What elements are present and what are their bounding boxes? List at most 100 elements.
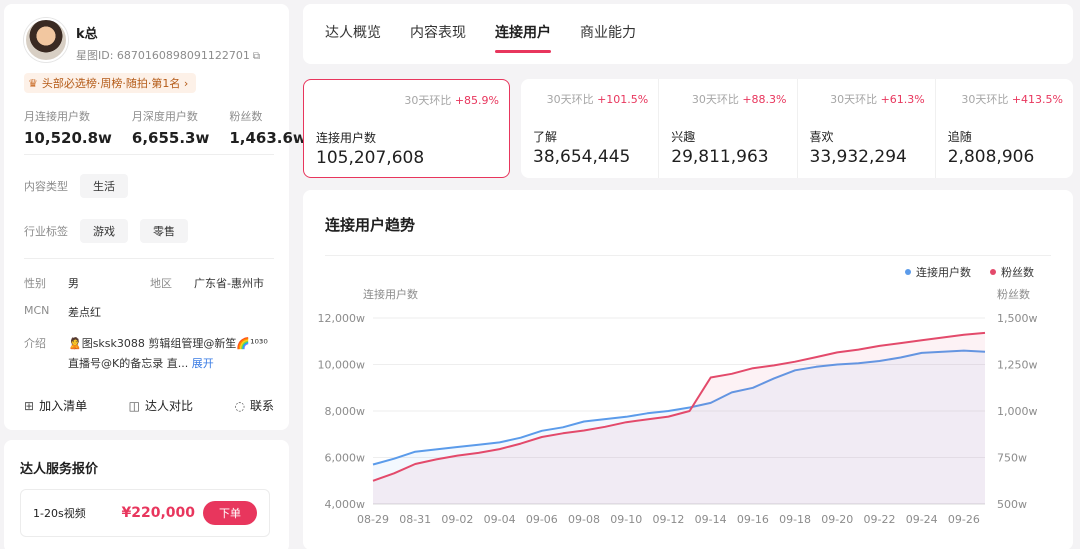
metric-card-like[interactable]: 30天环比 +61.3% 喜欢 33,932,294 [796, 79, 935, 178]
avatar[interactable] [24, 18, 68, 62]
divider [24, 154, 274, 155]
mom-value: +101.5% [597, 93, 649, 106]
mcn-label: MCN [24, 304, 50, 317]
compare-icon: ◫ [128, 398, 140, 413]
tab-connected-users[interactable]: 连接用户 [495, 22, 551, 53]
contact-button[interactable]: ◌ 联系 [235, 397, 275, 414]
y-tick-left: 8,000w [325, 405, 366, 418]
service-item: 1-20s视频 ¥220,000 下单 [20, 489, 270, 537]
copy-icon[interactable]: ⧉ [253, 51, 260, 62]
rank-badge[interactable]: ♛ 头部必选榜·周榜·随拍·第1名 › [24, 73, 197, 93]
x-tick-label: 08-31 [399, 513, 431, 526]
tab-business[interactable]: 商业能力 [580, 22, 636, 42]
trend-chart[interactable]: 4,000w 6,000w 8,000w 10,000w 12,000w 500w 750w… [303, 190, 1073, 549]
metric-mom: 30天环比 +85.9% [404, 92, 499, 108]
metric-card-understand[interactable]: 30天环比 +101.5% 了解 38,654,445 [521, 79, 658, 178]
stat-label: 月深度用户数 [131, 110, 198, 123]
metric-value: 105,207,608 [316, 148, 425, 168]
industry-row: 行业标签 游戏 零售 [24, 219, 188, 243]
stat-label: 粉丝数 [229, 110, 263, 123]
intro-expand-link[interactable]: 展开 [192, 357, 214, 370]
mom-label: 30天环比 [830, 93, 878, 106]
gender-label: 性别 [24, 277, 46, 290]
compare-label: 达人对比 [144, 399, 193, 413]
y-tick-left: 4,000w [325, 498, 366, 511]
metric-card-follow[interactable]: 30天环比 +413.5% 追随 2,808,906 [934, 79, 1073, 178]
intro-text: 🙎图sksk3088 剪辑组管理@新笙🌈¹⁰³⁰ 直播号@K的备忘录 直... … [68, 334, 278, 374]
content-type-label: 内容类型 [24, 180, 68, 193]
mcn-link[interactable]: 差点红 [68, 304, 101, 320]
profile-card: k总 星图ID: 6870160898091122701 ⧉ ♛ 头部必选榜·周榜… [4, 4, 307, 430]
list-add-icon: ⊞ [24, 398, 35, 413]
stat-monthly-connected: 月连接用户数 10,520.8w [24, 108, 112, 147]
metric-label: 兴趣 [671, 130, 696, 144]
crown-icon: ♛ [28, 76, 38, 90]
metric-value: 29,811,963 [671, 147, 769, 167]
industry-tag[interactable]: 零售 [140, 219, 188, 243]
metric: 30天环比 +85.9% 连接用户数 105,207,608 [304, 80, 509, 177]
region-label: 地区 [150, 277, 172, 290]
metric-mom: 30天环比 +101.5% [547, 91, 649, 107]
legend-label: 连接用户数 [916, 265, 971, 279]
series-area [373, 332, 985, 504]
compare-button[interactable]: ◫ 达人对比 [129, 397, 193, 414]
service-item-name: 1-20s视频 [33, 507, 86, 520]
region-value: 广东省-惠州市 [194, 277, 264, 290]
content-type-row: 内容类型 生活 [24, 174, 128, 198]
metric-mom: 30天环比 +413.5% [961, 91, 1063, 107]
y-tick-right: 1,000w [997, 405, 1038, 418]
trend-chart-card: 连接用户趋势 4,000w 6,000w 8,000w 10,000w 12,000w 5… [303, 190, 1073, 549]
x-tick-label: 09-22 [863, 513, 895, 526]
x-tick-label: 09-12 [652, 513, 684, 526]
metric-value: 2,808,906 [947, 147, 1035, 167]
tab-overview[interactable]: 达人概览 [325, 22, 381, 42]
mom-label: 30天环比 [691, 93, 739, 106]
y-axis-label-right: 粉丝数 [997, 288, 1030, 301]
y-tick-left: 12,000w [318, 312, 366, 325]
legend-dot [905, 269, 911, 275]
metric-card-interest[interactable]: 30天环比 +88.3% 兴趣 29,811,963 [658, 79, 796, 178]
service-price: ¥220,000 [121, 505, 195, 521]
y-tick-right: 1,500w [997, 312, 1038, 325]
y-tick-right: 1,250w [997, 359, 1038, 372]
profile-actions: ⊞ 加入清单 ◫ 达人对比 ◌ 联系 [24, 397, 274, 414]
legend-label: 粉丝数 [1001, 266, 1034, 279]
tab-content[interactable]: 内容表现 [410, 22, 466, 42]
intro-label: 介绍 [24, 337, 46, 350]
y-tick-right: 750w [997, 452, 1027, 465]
stat-value: 1,463.6w [229, 129, 307, 147]
x-tick-label: 09-26 [948, 513, 980, 526]
content-type-tag[interactable]: 生活 [80, 174, 128, 198]
x-tick-label: 09-08 [568, 513, 600, 526]
add-to-list-button[interactable]: ⊞ 加入清单 [24, 397, 87, 414]
profile-stats: 月连接用户数 10,520.8w 月深度用户数 6,655.3w 粉丝数 1,4… [24, 108, 307, 147]
profile-id-text: 星图ID: 6870160898091122701 [76, 49, 250, 62]
industry-label: 行业标签 [24, 225, 68, 238]
tabs-card: 达人概览 内容表现 连接用户 商业能力 [303, 4, 1073, 64]
service-title: 达人服务报价 [20, 462, 99, 477]
profile-id: 星图ID: 6870160898091122701 ⧉ [76, 47, 260, 63]
mom-value: +85.9% [454, 94, 499, 107]
stat-followers: 粉丝数 1,463.6w [229, 108, 306, 147]
profile-name: k总 [76, 27, 98, 42]
stat-monthly-deep: 月深度用户数 6,655.3w [132, 108, 209, 147]
metric-label: 了解 [533, 130, 558, 144]
y-axis-label-left: 连接用户数 [363, 287, 418, 301]
mom-value: +61.3% [880, 93, 925, 106]
divider [24, 258, 274, 259]
rank-badge-label: 头部必选榜·周榜·随拍·第1名 › [41, 77, 189, 90]
contact-label: 联系 [249, 399, 274, 413]
y-tick-left: 10,000w [318, 359, 366, 372]
x-tick-label: 09-10 [610, 513, 642, 526]
gender-value: 男 [68, 277, 79, 290]
metric-card-connected[interactable]: 30天环比 +85.9% 连接用户数 105,207,608 [303, 79, 510, 178]
x-tick-label: 09-14 [695, 513, 727, 526]
stat-value: 6,655.3w [131, 129, 210, 147]
order-button[interactable]: 下单 [203, 501, 257, 525]
industry-tag[interactable]: 游戏 [80, 219, 128, 243]
metric-group: 30天环比 +101.5% 了解 38,654,445 30天环比 +88.3%… [521, 79, 1073, 178]
metric-label: 喜欢 [809, 130, 834, 144]
mom-value: +88.3% [742, 93, 787, 106]
x-tick-label: 09-02 [441, 513, 473, 526]
legend-dot [990, 269, 996, 275]
